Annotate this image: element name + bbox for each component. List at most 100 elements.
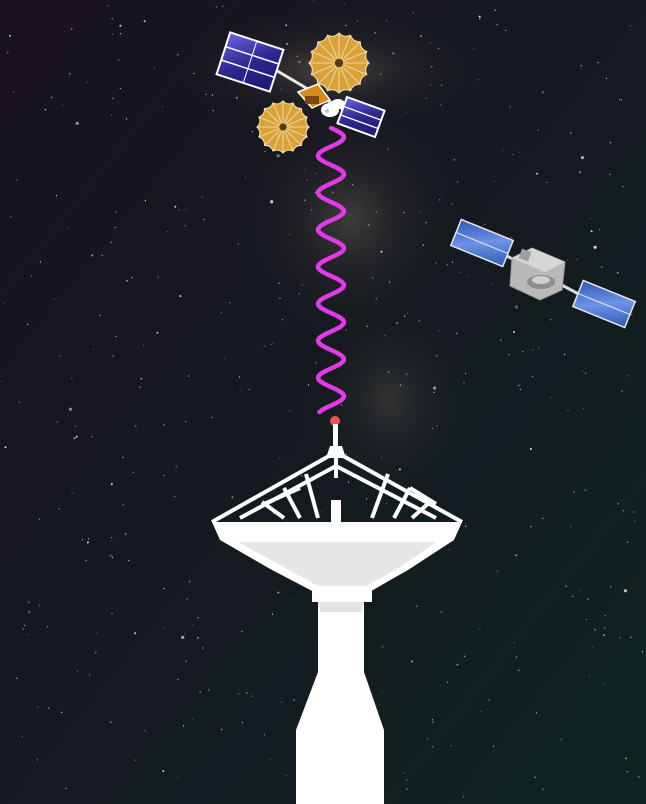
star [48, 707, 50, 709]
star [579, 590, 582, 592]
star [604, 615, 606, 617]
star [201, 196, 203, 198]
star [4, 446, 7, 449]
star [99, 314, 101, 316]
star [27, 601, 30, 604]
star [514, 305, 519, 309]
star [134, 759, 136, 761]
star [304, 199, 306, 201]
star [502, 149, 504, 151]
star [76, 436, 78, 438]
star [122, 504, 124, 506]
star [264, 150, 266, 152]
star [399, 384, 402, 386]
star [621, 99, 623, 101]
star [436, 425, 438, 427]
star [384, 335, 386, 337]
star [73, 437, 76, 440]
star [222, 5, 224, 7]
star [186, 598, 188, 600]
star [345, 453, 347, 455]
star [143, 20, 146, 23]
star [629, 25, 631, 27]
star [585, 618, 588, 621]
star [522, 350, 524, 353]
star [367, 224, 370, 226]
star [416, 605, 418, 607]
star [56, 421, 58, 423]
star [306, 179, 308, 181]
star [385, 20, 388, 22]
star [179, 295, 182, 298]
star [602, 683, 604, 685]
star [634, 520, 636, 522]
star [570, 132, 572, 134]
star [69, 73, 71, 75]
star [484, 223, 486, 225]
star [382, 646, 384, 648]
star [111, 537, 113, 539]
star [270, 344, 272, 346]
star [81, 539, 83, 541]
star [490, 282, 493, 284]
star [375, 211, 377, 213]
star [221, 728, 223, 731]
star [582, 370, 584, 372]
star [162, 770, 165, 773]
star [55, 195, 58, 197]
star [505, 29, 507, 31]
star [509, 106, 511, 108]
star [456, 664, 458, 666]
star [290, 599, 292, 601]
star [542, 517, 544, 520]
star [51, 96, 53, 98]
star [625, 757, 628, 760]
star [111, 612, 113, 615]
star [622, 186, 624, 188]
star [572, 595, 574, 597]
star [27, 323, 29, 325]
star [513, 330, 515, 333]
star [59, 355, 61, 357]
star [87, 538, 90, 540]
star [420, 35, 423, 38]
star [286, 42, 289, 45]
star [550, 397, 552, 399]
star [598, 229, 601, 231]
star [122, 456, 124, 458]
star [356, 20, 359, 22]
star [513, 642, 516, 644]
star [366, 498, 368, 500]
star [175, 466, 177, 468]
star [493, 180, 495, 182]
star [566, 259, 569, 261]
star [197, 636, 199, 639]
star [164, 627, 166, 629]
star [412, 12, 414, 14]
star [431, 66, 433, 68]
star [580, 65, 582, 67]
star [431, 719, 433, 721]
star [38, 604, 41, 607]
star [538, 347, 540, 349]
star [374, 31, 377, 34]
star [202, 647, 204, 649]
star [406, 779, 408, 781]
scene-canvas [0, 0, 646, 804]
star [579, 171, 582, 174]
star [477, 79, 479, 81]
star [617, 503, 619, 505]
star [532, 375, 534, 378]
star [157, 276, 159, 278]
star [446, 264, 448, 266]
star [9, 34, 11, 37]
star [95, 652, 97, 654]
star [191, 718, 193, 720]
star [380, 73, 382, 75]
star [188, 580, 191, 583]
star [185, 209, 187, 211]
star [388, 281, 391, 283]
star [114, 226, 116, 229]
star [111, 18, 113, 20]
star [65, 787, 67, 790]
